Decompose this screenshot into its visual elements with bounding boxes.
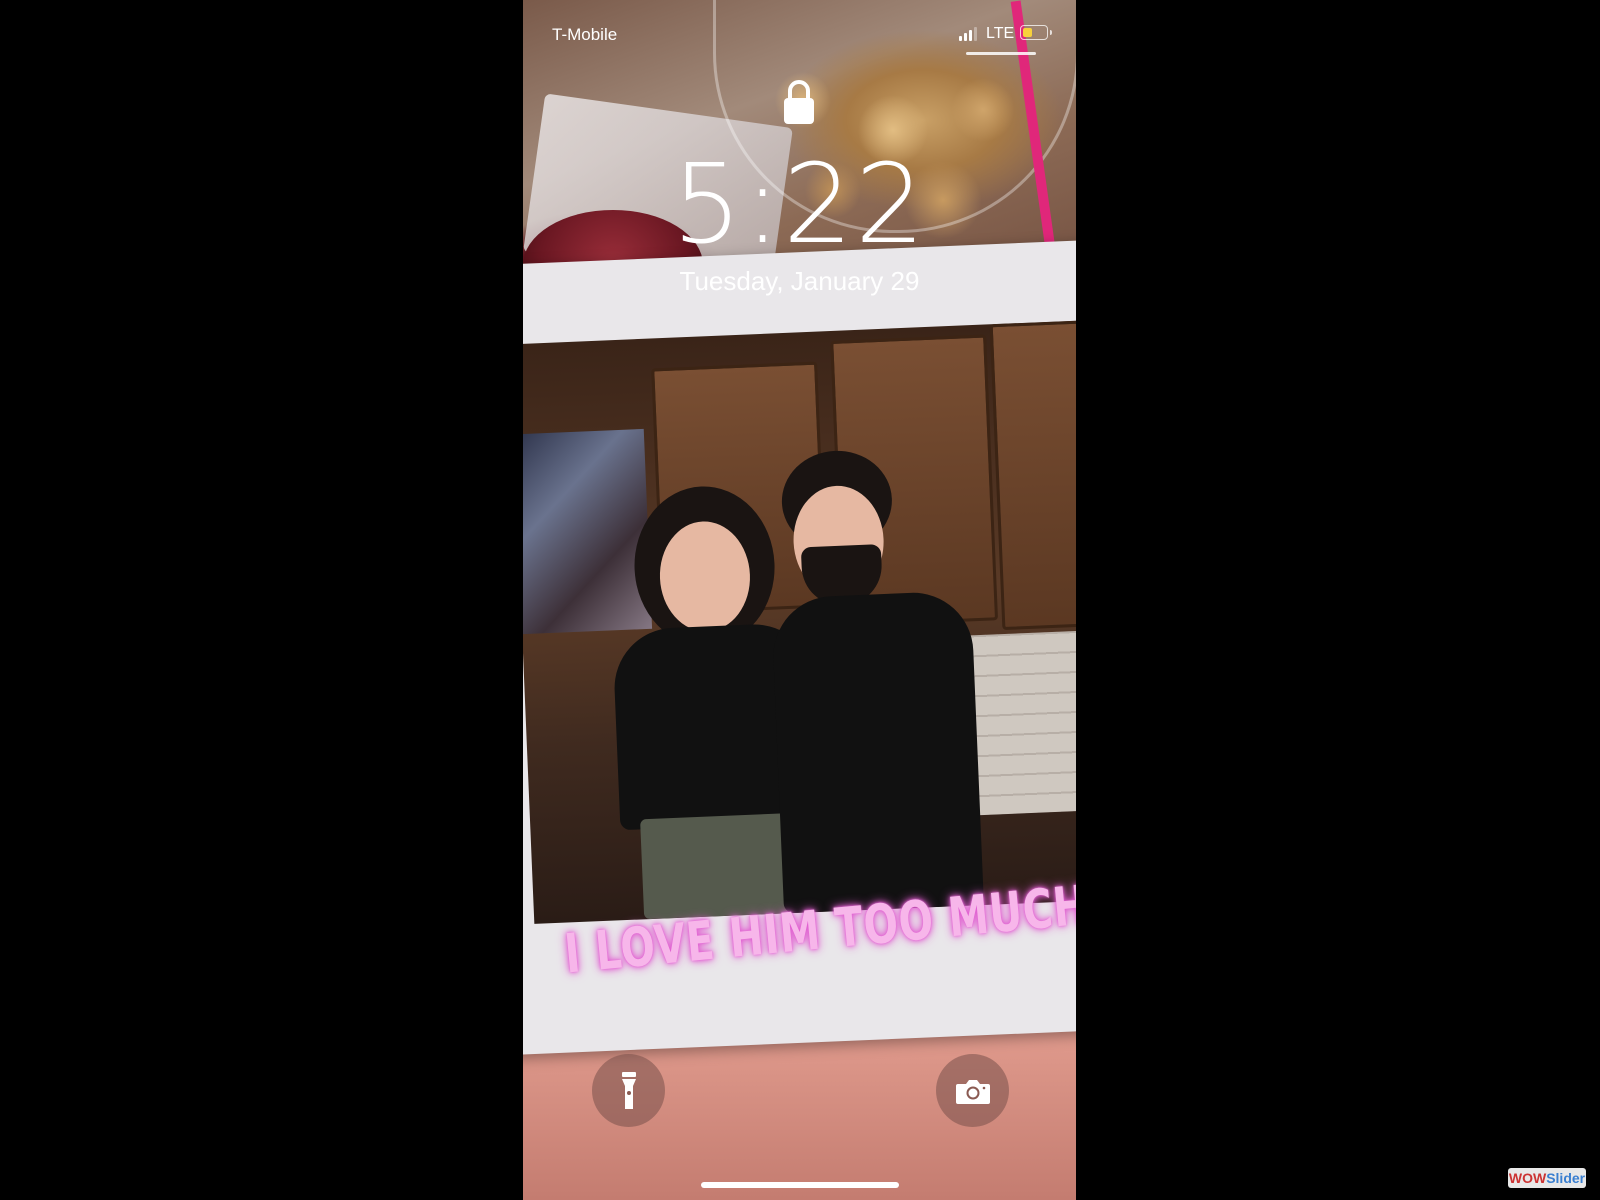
signal-bar (964, 33, 967, 41)
lock-screen-time: 5:22 (671, 140, 928, 268)
signal-icon (959, 27, 979, 41)
wowslider-watermark: WOWSlider (1508, 1168, 1586, 1188)
man-body (770, 590, 984, 914)
signal-bar (959, 36, 962, 41)
polaroid-photo (523, 320, 1076, 924)
flashlight-button[interactable] (592, 1054, 665, 1127)
battery-level (1023, 28, 1032, 37)
signal-bar (974, 27, 977, 41)
phone-lock-screen: I LOVE HIM TOO MUCH T-Mobile LTE 5:22 Tu… (523, 0, 1076, 1200)
battery-icon (1020, 25, 1052, 40)
status-bar: T-Mobile LTE (523, 0, 1076, 60)
watermark-part2: Slider (1546, 1170, 1586, 1186)
wallpaper-polaroid: I LOVE HIM TOO MUCH (523, 238, 1076, 1056)
carrier-label: T-Mobile (552, 25, 618, 44)
watermark-part1: WOW (1508, 1170, 1547, 1186)
camera-icon (955, 1079, 990, 1104)
control-center-indicator[interactable] (966, 52, 1036, 55)
kitchen-curtain (523, 428, 653, 635)
lock-screen-date: Tuesday, January 29 (679, 266, 920, 296)
network-label: LTE (986, 25, 1015, 42)
camera-button[interactable] (936, 1054, 1009, 1127)
home-indicator[interactable] (701, 1182, 899, 1188)
battery-nub (1050, 30, 1052, 35)
flashlight-icon (621, 1071, 636, 1109)
lock-icon (784, 80, 814, 124)
signal-bar (969, 30, 972, 41)
cabinet-far (989, 320, 1076, 631)
